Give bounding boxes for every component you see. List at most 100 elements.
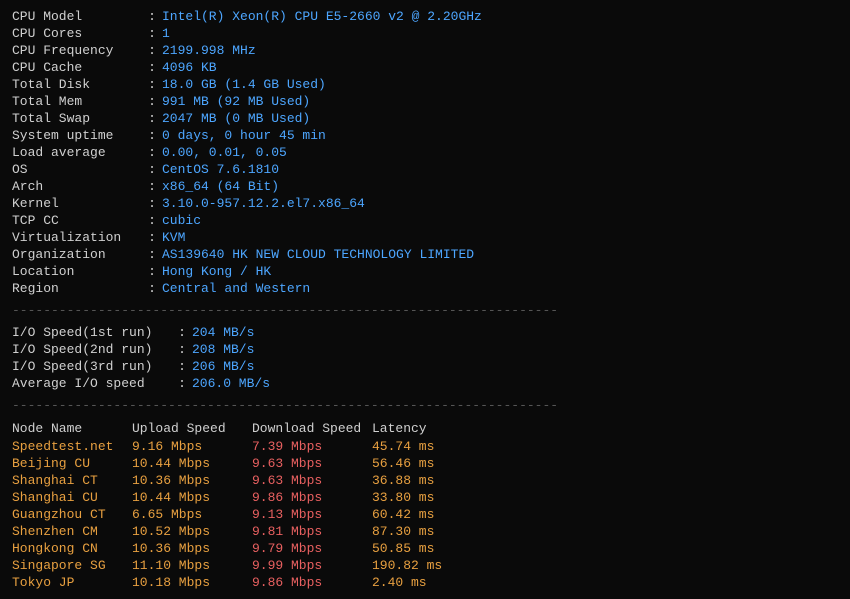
speed-latency: 87.30 ms <box>372 523 838 540</box>
cpu-freq-row: CPU Frequency : 2199.998 MHz <box>12 42 838 59</box>
uptime-label: System uptime <box>12 127 142 144</box>
speed-upload: 6.65 Mbps <box>132 506 252 523</box>
speed-row: Shenzhen CM10.52 Mbps9.81 Mbps87.30 ms <box>12 523 838 540</box>
speed-node: Beijing CU <box>12 455 132 472</box>
speed-download: 9.63 Mbps <box>252 455 372 472</box>
colon: : <box>172 324 192 341</box>
total-mem-row: Total Mem : 991 MB (92 MB Used) <box>12 93 838 110</box>
divider-1: ----------------------------------------… <box>12 303 838 318</box>
cpu-freq-value: 2199.998 MHz <box>162 42 838 59</box>
speed-row: Guangzhou CT6.65 Mbps9.13 Mbps60.42 ms <box>12 506 838 523</box>
sysinfo-table: CPU Model : Intel(R) Xeon(R) CPU E5-2660… <box>12 8 838 297</box>
io-avg-value: 206.0 MB/s <box>192 375 838 392</box>
speed-upload: 10.18 Mbps <box>132 574 252 591</box>
speed-download: 9.13 Mbps <box>252 506 372 523</box>
io-run1-row: I/O Speed(1st run) : 204 MB/s <box>12 324 838 341</box>
io-run2-row: I/O Speed(2nd run) : 208 MB/s <box>12 341 838 358</box>
speed-upload: 10.44 Mbps <box>132 489 252 506</box>
speed-node: Shenzhen CM <box>12 523 132 540</box>
colon: : <box>142 178 162 195</box>
os-label: OS <box>12 161 142 178</box>
speed-table: Node Name Upload Speed Download Speed La… <box>12 419 838 591</box>
load-label: Load average <box>12 144 142 161</box>
speed-latency: 45.74 ms <box>372 438 838 455</box>
cpu-freq-label: CPU Frequency <box>12 42 142 59</box>
total-mem-label: Total Mem <box>12 93 142 110</box>
os-value: CentOS 7.6.1810 <box>162 161 838 178</box>
location-label: Location <box>12 263 142 280</box>
speed-download: 9.79 Mbps <box>252 540 372 557</box>
io-run2-label: I/O Speed(2nd run) <box>12 341 172 358</box>
uptime-value: 0 days, 0 hour 45 min <box>162 127 838 144</box>
speed-upload: 9.16 Mbps <box>132 438 252 455</box>
speed-latency: 2.40 ms <box>372 574 838 591</box>
io-avg-label: Average I/O speed <box>12 375 172 392</box>
org-row: Organization : AS139640 HK NEW CLOUD TEC… <box>12 246 838 263</box>
cpu-cache-row: CPU Cache : 4096 KB <box>12 59 838 76</box>
location-value: Hong Kong / HK <box>162 263 838 280</box>
kernel-row: Kernel : 3.10.0-957.12.2.el7.x86_64 <box>12 195 838 212</box>
colon: : <box>172 341 192 358</box>
speed-latency: 60.42 ms <box>372 506 838 523</box>
colon: : <box>142 42 162 59</box>
speed-row: Shanghai CT10.36 Mbps9.63 Mbps36.88 ms <box>12 472 838 489</box>
io-table: I/O Speed(1st run) : 204 MB/s I/O Speed(… <box>12 324 838 392</box>
speed-header-row: Node Name Upload Speed Download Speed La… <box>12 419 838 438</box>
cpu-cores-row: CPU Cores : 1 <box>12 25 838 42</box>
region-row: Region : Central and Western <box>12 280 838 297</box>
colon: : <box>142 110 162 127</box>
cpu-model-value: Intel(R) Xeon(R) CPU E5-2660 v2 @ 2.20GH… <box>162 8 838 25</box>
speed-latency: 56.46 ms <box>372 455 838 472</box>
speed-download: 9.86 Mbps <box>252 489 372 506</box>
speed-row: Hongkong CN10.36 Mbps9.79 Mbps50.85 ms <box>12 540 838 557</box>
speed-upload: 10.52 Mbps <box>132 523 252 540</box>
kernel-value: 3.10.0-957.12.2.el7.x86_64 <box>162 195 838 212</box>
colon: : <box>142 25 162 42</box>
speed-download: 9.63 Mbps <box>252 472 372 489</box>
arch-label: Arch <box>12 178 142 195</box>
speed-latency: 36.88 ms <box>372 472 838 489</box>
speed-upload: 11.10 Mbps <box>132 557 252 574</box>
colon: : <box>142 127 162 144</box>
speed-node: Tokyo JP <box>12 574 132 591</box>
speed-header-latency: Latency <box>372 419 838 438</box>
arch-row: Arch : x86_64 (64 Bit) <box>12 178 838 195</box>
speed-upload: 10.36 Mbps <box>132 472 252 489</box>
total-swap-value: 2047 MB (0 MB Used) <box>162 110 838 127</box>
speed-download: 7.39 Mbps <box>252 438 372 455</box>
virt-row: Virtualization : KVM <box>12 229 838 246</box>
uptime-row: System uptime : 0 days, 0 hour 45 min <box>12 127 838 144</box>
speed-node: Shanghai CT <box>12 472 132 489</box>
colon: : <box>142 195 162 212</box>
speed-node: Guangzhou CT <box>12 506 132 523</box>
region-label: Region <box>12 280 142 297</box>
total-disk-label: Total Disk <box>12 76 142 93</box>
speed-upload: 10.44 Mbps <box>132 455 252 472</box>
speed-row: Beijing CU10.44 Mbps9.63 Mbps56.46 ms <box>12 455 838 472</box>
total-swap-row: Total Swap : 2047 MB (0 MB Used) <box>12 110 838 127</box>
region-value: Central and Western <box>162 280 838 297</box>
speed-download: 9.81 Mbps <box>252 523 372 540</box>
total-disk-value: 18.0 GB (1.4 GB Used) <box>162 76 838 93</box>
colon: : <box>142 246 162 263</box>
org-value: AS139640 HK NEW CLOUD TECHNOLOGY LIMITED <box>162 246 838 263</box>
colon: : <box>142 8 162 25</box>
tcp-cc-value: cubic <box>162 212 838 229</box>
tcp-cc-label: TCP CC <box>12 212 142 229</box>
virt-label: Virtualization <box>12 229 142 246</box>
divider-2: ----------------------------------------… <box>12 398 838 413</box>
colon: : <box>142 263 162 280</box>
cpu-cache-value: 4096 KB <box>162 59 838 76</box>
colon: : <box>142 144 162 161</box>
cpu-cores-value: 1 <box>162 25 838 42</box>
io-run3-value: 206 MB/s <box>192 358 838 375</box>
colon: : <box>142 161 162 178</box>
speed-row: Speedtest.net9.16 Mbps7.39 Mbps45.74 ms <box>12 438 838 455</box>
total-mem-value: 991 MB (92 MB Used) <box>162 93 838 110</box>
speed-download: 9.99 Mbps <box>252 557 372 574</box>
speed-node: Singapore SG <box>12 557 132 574</box>
load-value: 0.00, 0.01, 0.05 <box>162 144 838 161</box>
load-row: Load average : 0.00, 0.01, 0.05 <box>12 144 838 161</box>
io-avg-row: Average I/O speed : 206.0 MB/s <box>12 375 838 392</box>
speed-node: Speedtest.net <box>12 438 132 455</box>
